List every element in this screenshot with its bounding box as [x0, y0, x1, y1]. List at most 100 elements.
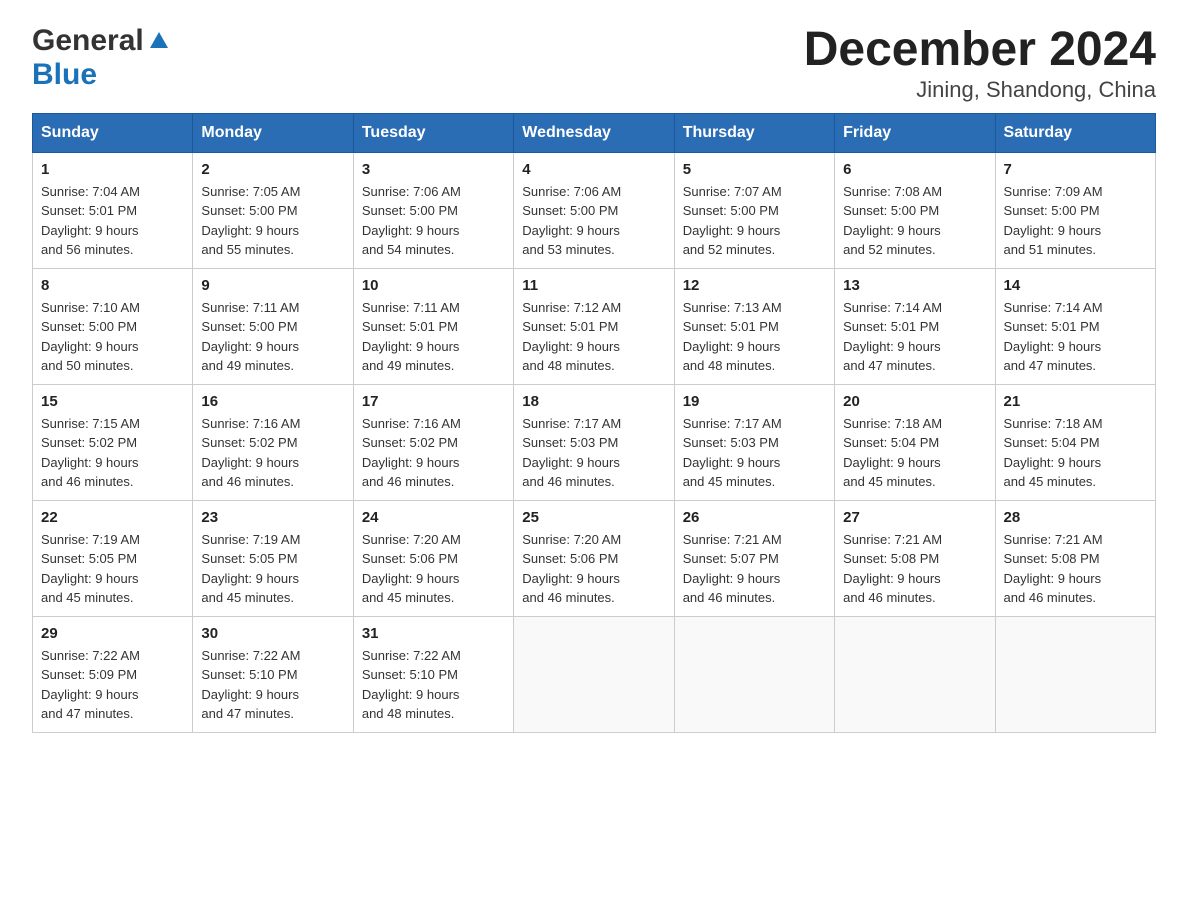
calendar-cell: 6 Sunrise: 7:08 AMSunset: 5:00 PMDaylight… [835, 152, 995, 268]
header-monday: Monday [193, 113, 353, 152]
day-info: Sunrise: 7:21 AMSunset: 5:08 PMDaylight:… [1004, 530, 1147, 608]
day-info: Sunrise: 7:07 AMSunset: 5:00 PMDaylight:… [683, 182, 826, 260]
calendar-week-row: 8 Sunrise: 7:10 AMSunset: 5:00 PMDaylight… [33, 268, 1156, 384]
day-number: 23 [201, 509, 344, 526]
day-number: 16 [201, 393, 344, 410]
logo-general-text: General [32, 24, 144, 58]
logo-triangle-icon [148, 30, 170, 52]
calendar-cell: 19 Sunrise: 7:17 AMSunset: 5:03 PMDayligh… [674, 384, 834, 500]
calendar-cell: 12 Sunrise: 7:13 AMSunset: 5:01 PMDayligh… [674, 268, 834, 384]
calendar-header-row: SundayMondayTuesdayWednesdayThursdayFrid… [33, 113, 1156, 152]
header-wednesday: Wednesday [514, 113, 674, 152]
day-info: Sunrise: 7:10 AMSunset: 5:00 PMDaylight:… [41, 298, 184, 376]
day-info: Sunrise: 7:14 AMSunset: 5:01 PMDaylight:… [1004, 298, 1147, 376]
day-number: 21 [1004, 393, 1147, 410]
logo: General Blue [32, 24, 170, 92]
calendar-cell: 23 Sunrise: 7:19 AMSunset: 5:05 PMDayligh… [193, 500, 353, 616]
day-info: Sunrise: 7:20 AMSunset: 5:06 PMDaylight:… [362, 530, 505, 608]
calendar-title: December 2024 [804, 24, 1156, 77]
header-thursday: Thursday [674, 113, 834, 152]
day-info: Sunrise: 7:22 AMSunset: 5:10 PMDaylight:… [201, 646, 344, 724]
calendar-cell: 9 Sunrise: 7:11 AMSunset: 5:00 PMDaylight… [193, 268, 353, 384]
calendar-cell: 21 Sunrise: 7:18 AMSunset: 5:04 PMDayligh… [995, 384, 1155, 500]
calendar-cell: 17 Sunrise: 7:16 AMSunset: 5:02 PMDayligh… [353, 384, 513, 500]
day-number: 7 [1004, 161, 1147, 178]
day-info: Sunrise: 7:17 AMSunset: 5:03 PMDaylight:… [522, 414, 665, 492]
day-number: 2 [201, 161, 344, 178]
day-info: Sunrise: 7:05 AMSunset: 5:00 PMDaylight:… [201, 182, 344, 260]
day-number: 15 [41, 393, 184, 410]
calendar-cell: 31 Sunrise: 7:22 AMSunset: 5:10 PMDayligh… [353, 616, 513, 732]
day-number: 26 [683, 509, 826, 526]
day-info: Sunrise: 7:17 AMSunset: 5:03 PMDaylight:… [683, 414, 826, 492]
header-friday: Friday [835, 113, 995, 152]
calendar-cell: 18Sunrise: 7:17 AMSunset: 5:03 PMDayligh… [514, 384, 674, 500]
day-info: Sunrise: 7:19 AMSunset: 5:05 PMDaylight:… [201, 530, 344, 608]
day-info: Sunrise: 7:15 AMSunset: 5:02 PMDaylight:… [41, 414, 184, 492]
calendar-title-area: December 2024 Jining, Shandong, China [804, 24, 1156, 103]
calendar-cell: 25 Sunrise: 7:20 AMSunset: 5:06 PMDayligh… [514, 500, 674, 616]
day-info: Sunrise: 7:22 AMSunset: 5:09 PMDaylight:… [41, 646, 184, 724]
calendar-cell: 15 Sunrise: 7:15 AMSunset: 5:02 PMDayligh… [33, 384, 193, 500]
day-number: 28 [1004, 509, 1147, 526]
day-info: Sunrise: 7:09 AMSunset: 5:00 PMDaylight:… [1004, 182, 1147, 260]
day-info: Sunrise: 7:20 AMSunset: 5:06 PMDaylight:… [522, 530, 665, 608]
day-number: 19 [683, 393, 826, 410]
day-info: Sunrise: 7:21 AMSunset: 5:08 PMDaylight:… [843, 530, 986, 608]
calendar-week-row: 22 Sunrise: 7:19 AMSunset: 5:05 PMDayligh… [33, 500, 1156, 616]
day-number: 13 [843, 277, 986, 294]
day-info: Sunrise: 7:21 AMSunset: 5:07 PMDaylight:… [683, 530, 826, 608]
calendar-cell: 4Sunrise: 7:06 AMSunset: 5:00 PMDaylight… [514, 152, 674, 268]
day-number: 27 [843, 509, 986, 526]
calendar-cell [674, 616, 834, 732]
day-number: 14 [1004, 277, 1147, 294]
calendar-cell: 29 Sunrise: 7:22 AMSunset: 5:09 PMDayligh… [33, 616, 193, 732]
day-info: Sunrise: 7:13 AMSunset: 5:01 PMDaylight:… [683, 298, 826, 376]
calendar-cell: 30 Sunrise: 7:22 AMSunset: 5:10 PMDayligh… [193, 616, 353, 732]
day-info: Sunrise: 7:06 AMSunset: 5:00 PMDaylight:… [362, 182, 505, 260]
calendar-cell: 2 Sunrise: 7:05 AMSunset: 5:00 PMDaylight… [193, 152, 353, 268]
day-info: Sunrise: 7:11 AMSunset: 5:00 PMDaylight:… [201, 298, 344, 376]
calendar-cell: 24Sunrise: 7:20 AMSunset: 5:06 PMDayligh… [353, 500, 513, 616]
calendar-subtitle: Jining, Shandong, China [804, 77, 1156, 103]
day-info: Sunrise: 7:22 AMSunset: 5:10 PMDaylight:… [362, 646, 505, 724]
calendar-cell: 26 Sunrise: 7:21 AMSunset: 5:07 PMDayligh… [674, 500, 834, 616]
calendar-cell [514, 616, 674, 732]
calendar-cell: 1 Sunrise: 7:04 AMSunset: 5:01 PMDaylight… [33, 152, 193, 268]
day-number: 6 [843, 161, 986, 178]
day-info: Sunrise: 7:19 AMSunset: 5:05 PMDaylight:… [41, 530, 184, 608]
header-sunday: Sunday [33, 113, 193, 152]
day-info: Sunrise: 7:18 AMSunset: 5:04 PMDaylight:… [843, 414, 986, 492]
calendar-cell: 22 Sunrise: 7:19 AMSunset: 5:05 PMDayligh… [33, 500, 193, 616]
day-number: 9 [201, 277, 344, 294]
day-info: Sunrise: 7:04 AMSunset: 5:01 PMDaylight:… [41, 182, 184, 260]
day-info: Sunrise: 7:16 AMSunset: 5:02 PMDaylight:… [362, 414, 505, 492]
calendar-cell: 10Sunrise: 7:11 AMSunset: 5:01 PMDayligh… [353, 268, 513, 384]
calendar-cell: 27 Sunrise: 7:21 AMSunset: 5:08 PMDayligh… [835, 500, 995, 616]
day-number: 31 [362, 625, 505, 642]
calendar-week-row: 1 Sunrise: 7:04 AMSunset: 5:01 PMDaylight… [33, 152, 1156, 268]
calendar-table: SundayMondayTuesdayWednesdayThursdayFrid… [32, 113, 1156, 733]
calendar-cell: 20Sunrise: 7:18 AMSunset: 5:04 PMDayligh… [835, 384, 995, 500]
day-info: Sunrise: 7:11 AMSunset: 5:01 PMDaylight:… [362, 298, 505, 376]
calendar-cell: 28 Sunrise: 7:21 AMSunset: 5:08 PMDayligh… [995, 500, 1155, 616]
day-number: 29 [41, 625, 184, 642]
day-number: 4 [522, 161, 665, 178]
page-header: General Blue December 2024 Jining, Shand… [32, 24, 1156, 103]
day-number: 1 [41, 161, 184, 178]
calendar-cell: 8 Sunrise: 7:10 AMSunset: 5:00 PMDaylight… [33, 268, 193, 384]
calendar-cell: 16 Sunrise: 7:16 AMSunset: 5:02 PMDayligh… [193, 384, 353, 500]
day-number: 22 [41, 509, 184, 526]
day-info: Sunrise: 7:08 AMSunset: 5:00 PMDaylight:… [843, 182, 986, 260]
day-number: 25 [522, 509, 665, 526]
day-number: 30 [201, 625, 344, 642]
day-number: 12 [683, 277, 826, 294]
day-number: 11 [522, 277, 665, 294]
day-info: Sunrise: 7:14 AMSunset: 5:01 PMDaylight:… [843, 298, 986, 376]
day-info: Sunrise: 7:18 AMSunset: 5:04 PMDaylight:… [1004, 414, 1147, 492]
header-saturday: Saturday [995, 113, 1155, 152]
day-number: 17 [362, 393, 505, 410]
day-number: 8 [41, 277, 184, 294]
day-info: Sunrise: 7:16 AMSunset: 5:02 PMDaylight:… [201, 414, 344, 492]
calendar-cell: 13 Sunrise: 7:14 AMSunset: 5:01 PMDayligh… [835, 268, 995, 384]
